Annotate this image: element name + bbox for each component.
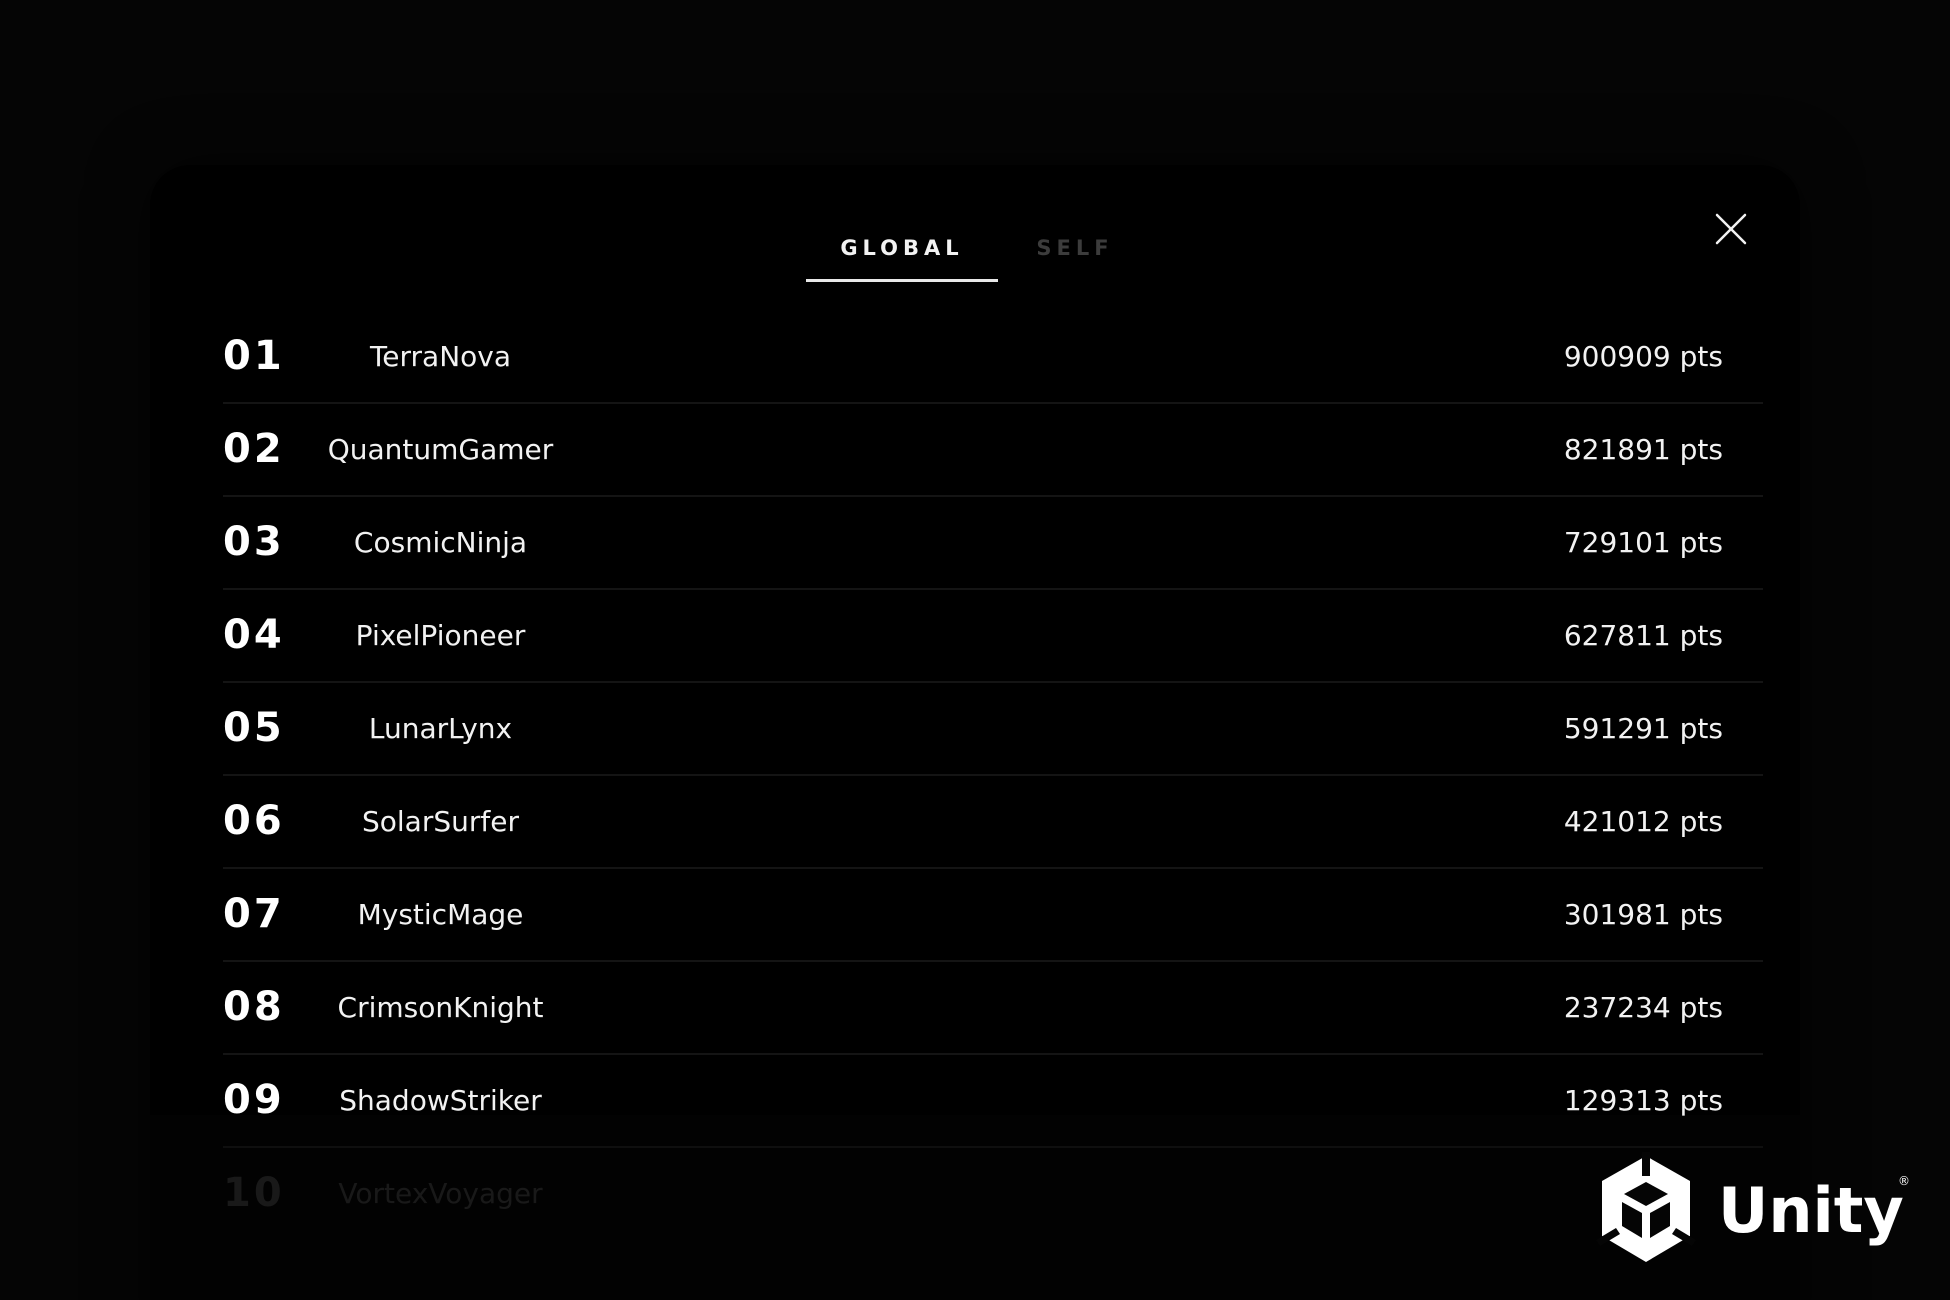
leaderboard-row[interactable]: 05 LunarLynx 591291 pts	[223, 683, 1763, 776]
tab-self[interactable]: SELF	[1020, 230, 1130, 282]
unity-cube-icon	[1596, 1152, 1696, 1262]
leaderboard-row[interactable]: 04 PixelPioneer 627811 pts	[223, 590, 1763, 683]
player-name: TerraNova	[369, 340, 512, 373]
registered-mark: ®	[1898, 1174, 1910, 1188]
leaderboard-screen: GLOBAL SELF 01 TerraNova 900909 pts 02 Q…	[0, 0, 1950, 1300]
rank-number: 02	[223, 426, 285, 472]
player-score: 129313 pts	[1563, 1084, 1723, 1117]
player-score: 729101 pts	[1563, 526, 1723, 559]
rank-number: 04	[223, 612, 285, 658]
player-score: 821891 pts	[1563, 433, 1723, 466]
leaderboard-row[interactable]: 01 TerraNova 900909 pts	[223, 311, 1763, 404]
leaderboard-row[interactable]: 03 CosmicNinja 729101 pts	[223, 497, 1763, 590]
player-name: QuantumGamer	[327, 433, 554, 466]
unity-watermark: Unity ®	[1596, 1152, 1926, 1267]
player-score: 591291 pts	[1563, 712, 1723, 745]
rank-number: 09	[223, 1077, 285, 1123]
player-name: VortexVoyager	[338, 1177, 543, 1210]
rank-number: 03	[223, 519, 285, 565]
player-name: MysticMage	[357, 898, 524, 931]
rank-number: 05	[223, 705, 285, 751]
player-name: PixelPioneer	[355, 619, 526, 652]
leaderboard-row[interactable]: 08 CrimsonKnight 237234 pts	[223, 962, 1763, 1055]
leaderboard-row[interactable]: 06 SolarSurfer 421012 pts	[223, 776, 1763, 869]
close-icon	[1715, 213, 1747, 245]
leaderboard-row[interactable]: 07 MysticMage 301981 pts	[223, 869, 1763, 962]
leaderboard-tabs: GLOBAL SELF	[0, 230, 1950, 286]
player-name: ShadowStriker	[339, 1084, 542, 1117]
rank-number: 08	[223, 984, 285, 1030]
close-button[interactable]	[1711, 209, 1751, 249]
unity-wordmark: Unity	[1718, 1174, 1904, 1247]
player-score: 237234 pts	[1563, 991, 1723, 1024]
player-score: 900909 pts	[1563, 340, 1723, 373]
rank-number: 06	[223, 798, 285, 844]
leaderboard-row[interactable]: 02 QuantumGamer 821891 pts	[223, 404, 1763, 497]
player-score: 421012 pts	[1563, 805, 1723, 838]
player-name: CrimsonKnight	[337, 991, 544, 1024]
leaderboard-row[interactable]: 10 VortexVoyager	[223, 1148, 1763, 1239]
rank-number: 07	[223, 891, 285, 937]
leaderboard-row[interactable]: 09 ShadowStriker 129313 pts	[223, 1055, 1763, 1148]
player-name: LunarLynx	[368, 712, 513, 745]
rank-number: 01	[223, 333, 285, 379]
player-name: SolarSurfer	[362, 805, 519, 838]
tab-global[interactable]: GLOBAL	[806, 230, 998, 282]
player-score: 301981 pts	[1563, 898, 1723, 931]
rank-number: 10	[223, 1170, 285, 1216]
leaderboard-list: 01 TerraNova 900909 pts 02 QuantumGamer …	[223, 311, 1763, 1239]
player-score: 627811 pts	[1563, 619, 1723, 652]
player-name: CosmicNinja	[353, 526, 528, 559]
